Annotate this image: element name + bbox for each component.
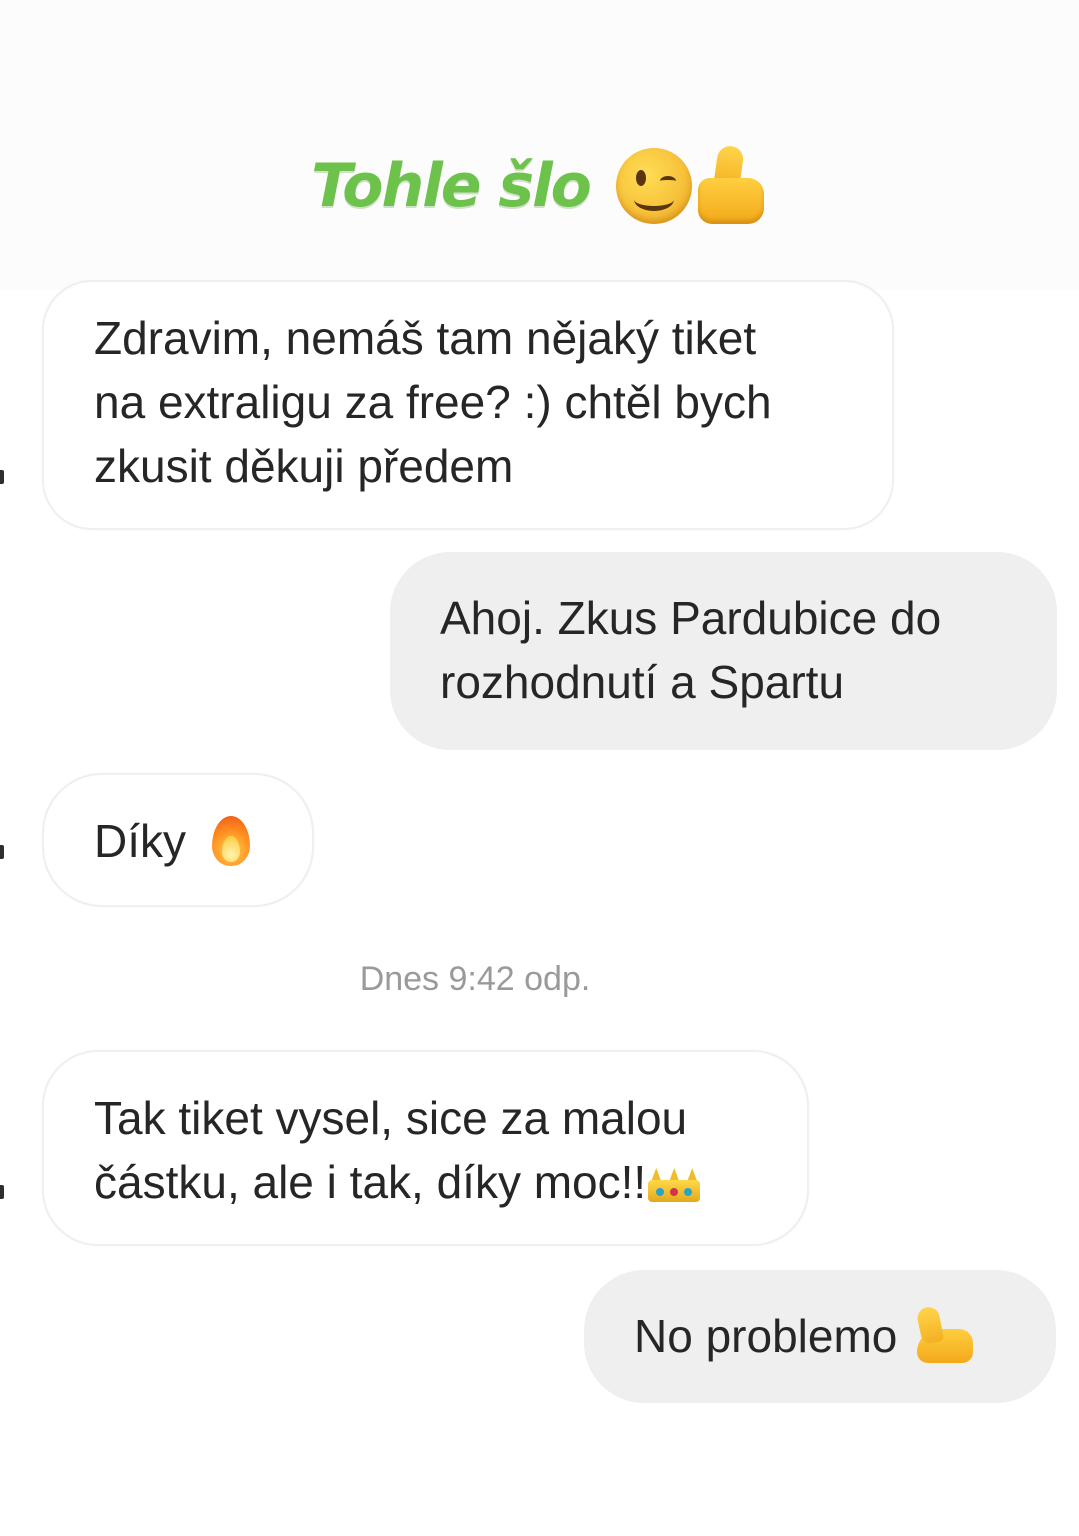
message-bubble-incoming[interactable]: Zdravim, nemáš tam nějaký tiket na extra… — [42, 280, 894, 530]
winking-face-icon — [615, 147, 692, 224]
flexed-biceps-icon — [913, 1305, 977, 1365]
message-text: No problemo — [634, 1310, 898, 1362]
page-title: Tohle šlo — [311, 150, 592, 221]
thumbs-up-icon — [694, 143, 768, 226]
message-text: Tak tiket vysel, sice za malou částku, a… — [94, 1092, 688, 1208]
message-text: Ahoj. Zkus Pardubice do rozhodnutí a Spa… — [440, 592, 942, 708]
fire-icon — [208, 814, 254, 868]
avatar-edge — [0, 470, 4, 484]
message-text: Zdravim, nemáš tam nějaký tiket na extra… — [94, 312, 772, 492]
avatar-edge — [0, 1185, 4, 1199]
message-text: Díky — [94, 815, 186, 867]
timestamp: Dnes 9:42 odp. — [359, 960, 591, 998]
message-row: No problemo — [634, 1304, 1026, 1368]
title-row: Tohle šlo — [0, 138, 1079, 233]
message-bubble-incoming[interactable]: Díky — [42, 773, 314, 907]
message-bubble-outgoing[interactable]: Ahoj. Zkus Pardubice do rozhodnutí a Spa… — [390, 552, 1057, 750]
header: Tohle šlo — [0, 0, 1079, 290]
crown-icon — [646, 1166, 702, 1204]
avatar-edge — [0, 845, 4, 859]
message-bubble-outgoing[interactable]: No problemo — [584, 1270, 1056, 1403]
message-bubble-incoming[interactable]: Tak tiket vysel, sice za malou částku, a… — [42, 1050, 809, 1246]
message-row: Díky — [94, 809, 272, 873]
